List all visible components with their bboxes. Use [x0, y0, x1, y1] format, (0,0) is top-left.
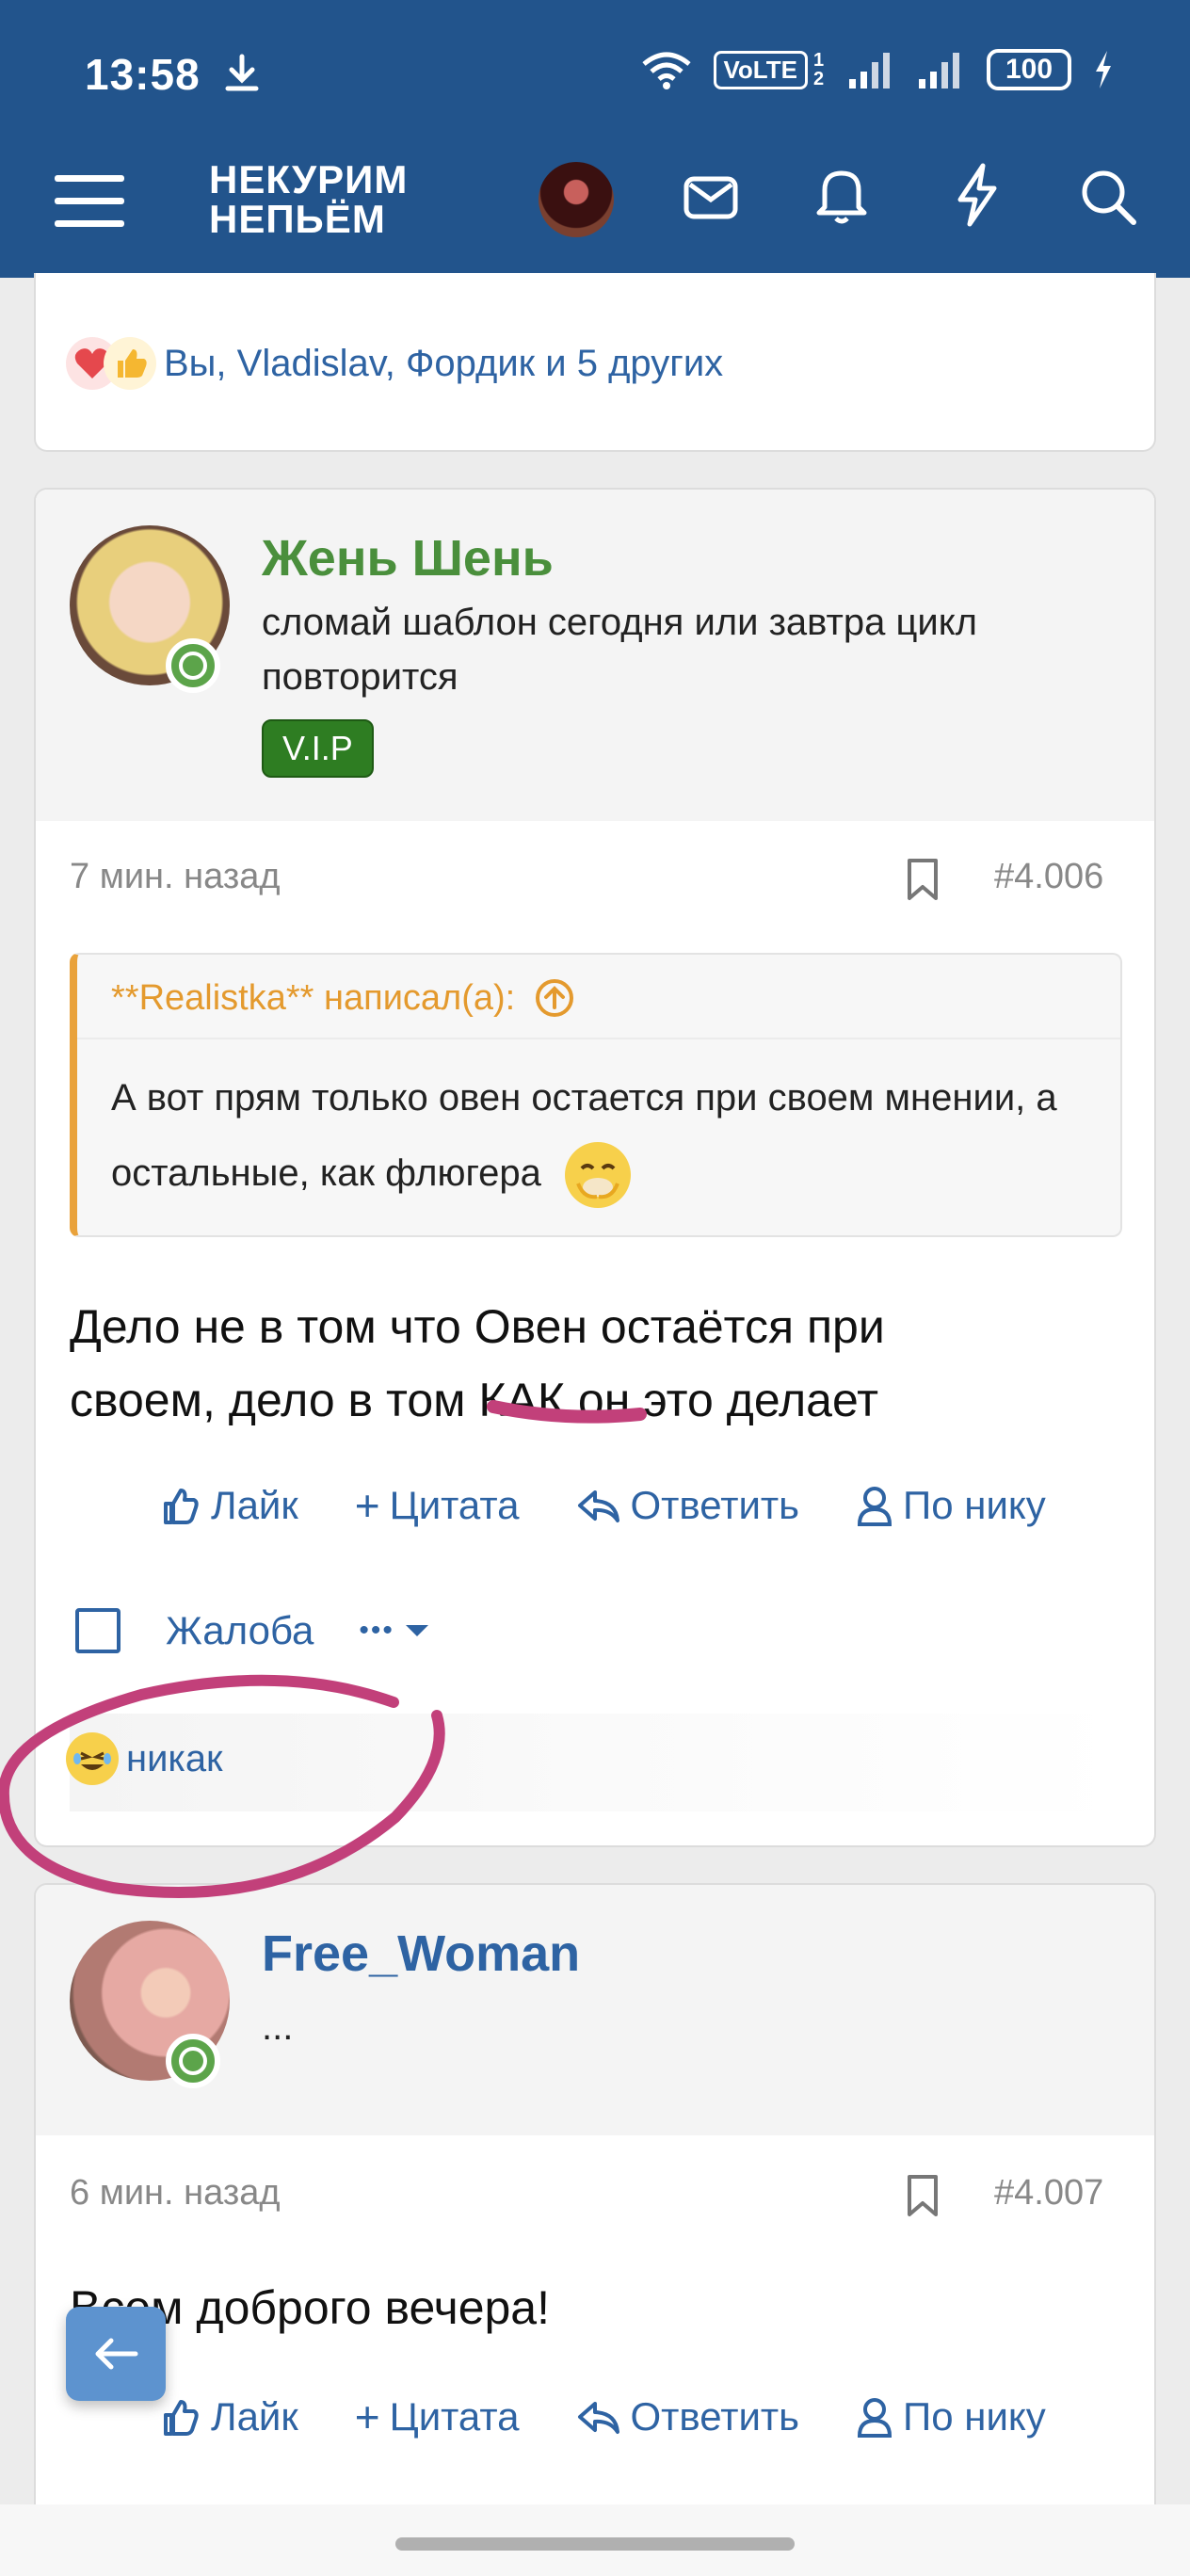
- reactions-area: [70, 1714, 1122, 1811]
- vip-badge: V.I.P: [262, 719, 374, 778]
- previous-post-reactions[interactable]: Вы, Vladislav, Фордик и 5 других: [66, 337, 723, 390]
- reply-arrow-icon: [577, 1490, 619, 1522]
- back-button[interactable]: [66, 2307, 166, 2401]
- quote-button[interactable]: + Цитата: [355, 1480, 520, 1531]
- post-card-4007: Free_Woman ... 6 мин. назад #4.007 Всем …: [34, 1883, 1156, 2542]
- post-time[interactable]: 7 мин. назад: [70, 857, 281, 897]
- bell-icon[interactable]: [815, 164, 868, 226]
- chevron-down-icon: [405, 1625, 428, 1636]
- post-body-line-2-a: своем, дело в том: [70, 1374, 479, 1426]
- post-time[interactable]: 6 мин. назад: [70, 2173, 281, 2214]
- by-nick-button[interactable]: По нику: [856, 2394, 1046, 2439]
- sim-indicator: 1 2: [813, 50, 825, 89]
- download-icon: [225, 54, 259, 91]
- quote-header[interactable]: **Realistka** написал(а):: [77, 955, 1120, 1039]
- reply-label: Ответить: [630, 2394, 800, 2439]
- plus-icon: +: [354, 2392, 380, 2441]
- post-secondary-actions: Жалоба •••: [75, 1608, 430, 1653]
- author-title: ...: [262, 2006, 294, 2048]
- by-nick-button[interactable]: По нику: [856, 1483, 1046, 1528]
- bookmark-icon[interactable]: [904, 2173, 941, 2218]
- more-dots-icon: •••: [359, 1615, 394, 1646]
- post-actions: Лайк + Цитата Ответить По нику: [160, 2391, 1046, 2442]
- plus-icon: +: [354, 1481, 380, 1530]
- home-gesture-handle[interactable]: [395, 2537, 795, 2551]
- reply-arrow-icon: [577, 2402, 619, 2434]
- quote-button[interactable]: + Цитата: [355, 2391, 520, 2442]
- author-title: сломай шаблон сегодня или завтра цикл по…: [262, 602, 978, 698]
- search-icon[interactable]: [1079, 168, 1139, 228]
- wifi-icon: [641, 52, 691, 89]
- post-body-line-2-c: он это делает: [565, 1374, 879, 1426]
- like-label: Лайк: [211, 2394, 298, 2439]
- post-reactions[interactable]: никак: [66, 1732, 223, 1785]
- thumbs-up-icon: [164, 1489, 199, 1524]
- reaction-summary-text[interactable]: никак: [126, 1738, 223, 1780]
- report-button[interactable]: Жалоба: [166, 1608, 314, 1653]
- arrow-left-icon: [95, 2338, 138, 2370]
- reply-label: Ответить: [630, 1483, 800, 1527]
- online-status-icon: [166, 638, 220, 693]
- post-number[interactable]: #4.006: [994, 857, 1103, 897]
- thumbs-up-reaction-icon: [104, 337, 156, 390]
- post-card-4006: Жень Шень сломай шаблон сегодня или завт…: [34, 488, 1156, 1847]
- quote-label: Цитата: [389, 1483, 520, 1527]
- more-options-button[interactable]: •••: [359, 1615, 430, 1647]
- jump-to-quote-icon[interactable]: [534, 977, 575, 1019]
- author-username[interactable]: Free_Woman: [262, 1924, 580, 1983]
- reactions-summary-text[interactable]: Вы, Vladislav, Фордик и 5 других: [164, 343, 723, 385]
- signal-icon-2: [919, 53, 959, 89]
- like-label: Лайк: [211, 1483, 298, 1527]
- site-logo[interactable]: НЕКУРИМ НЕПЬЁМ: [209, 160, 408, 239]
- previous-post-card: Вы, Vladislav, Фордик и 5 других: [34, 273, 1156, 452]
- reply-button[interactable]: Ответить: [576, 2394, 800, 2439]
- post-body-line-2: своем, дело в том КАК он это делает: [70, 1363, 1124, 1437]
- post-body-emphasis-text: КАК: [478, 1374, 566, 1426]
- quote-author[interactable]: **Realistka** написал(а):: [111, 978, 515, 1019]
- quote-block: **Realistka** написал(а): А вот прям тол…: [70, 953, 1122, 1237]
- like-button[interactable]: Лайк: [160, 2394, 298, 2439]
- reply-button[interactable]: Ответить: [576, 1483, 800, 1528]
- laughing-emoji-icon: [66, 1732, 119, 1785]
- smiling-face-emoji-icon: [565, 1142, 632, 1209]
- lightning-icon[interactable]: [953, 162, 1000, 228]
- quote-label: Цитата: [389, 2394, 520, 2439]
- status-icons: VoLTE 1 2 100: [640, 49, 1115, 90]
- like-button[interactable]: Лайк: [160, 1483, 298, 1528]
- quote-text: А вот прям только овен остается при свое…: [77, 1039, 1120, 1235]
- bookmark-icon[interactable]: [904, 857, 941, 902]
- post-number[interactable]: #4.007: [994, 2173, 1103, 2214]
- volte-badge: VoLTE: [713, 50, 808, 89]
- thumbs-up-icon: [164, 2400, 199, 2436]
- post-body-emphasis: КАК: [478, 1374, 565, 1426]
- battery-indicator: 100: [987, 49, 1071, 90]
- post-body-line-1: Дело не в том что Овен остаётся при: [70, 1300, 885, 1353]
- user-avatar[interactable]: [539, 162, 614, 237]
- user-icon: [858, 1487, 892, 1526]
- post-actions: Лайк + Цитата Ответить По нику: [160, 1480, 1046, 1531]
- battery-level: 100: [1005, 54, 1053, 85]
- author-username[interactable]: Жень Шень: [262, 529, 554, 588]
- app-header: 13:58 VoLTE 1 2 100 НЕКУРИМ НЕПЬЁМ: [0, 0, 1190, 278]
- logo-line-2: НЕПЬЁМ: [209, 197, 386, 241]
- post-body: Дело не в том что Овен остаётся при свое…: [70, 1290, 1124, 1437]
- by-nick-label: По нику: [903, 1483, 1046, 1527]
- user-icon: [858, 2398, 892, 2438]
- menu-icon[interactable]: [53, 171, 128, 232]
- signal-icon-1: [849, 53, 890, 89]
- charging-icon: [1096, 51, 1111, 89]
- logo-line-1: НЕКУРИМ: [209, 157, 409, 201]
- status-time: 13:58: [85, 50, 201, 99]
- by-nick-label: По нику: [903, 2394, 1046, 2439]
- nav-row: НЕКУРИМ НЕПЬЁМ: [0, 151, 1190, 254]
- select-post-checkbox[interactable]: [75, 1608, 121, 1653]
- online-status-icon: [166, 2034, 220, 2088]
- mail-icon[interactable]: [683, 173, 739, 222]
